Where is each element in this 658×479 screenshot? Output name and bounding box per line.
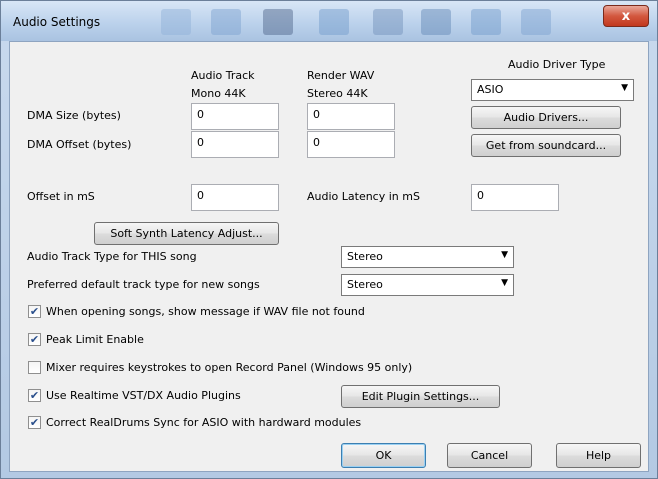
titlebar-decoration [211,9,241,35]
edit-plugin-settings-button[interactable]: Edit Plugin Settings... [341,385,500,408]
checkmark-icon[interactable]: ✔ [28,333,41,346]
dma-size-render-wav-field[interactable]: 0 [307,103,395,130]
audio-track-subheader: Mono 44K [191,87,246,100]
close-icon: x [621,8,631,24]
cancel-button[interactable]: Cancel [447,443,532,468]
audio-driver-select[interactable]: ASIO ▼ [471,79,634,101]
checkbox-label: When opening songs, show message if WAV … [46,305,365,318]
track-type-select[interactable]: Stereo ▼ [341,246,514,268]
titlebar-decoration [521,9,551,35]
titlebar-decoration [161,9,191,35]
chevron-down-icon: ▼ [621,83,628,93]
title-bar[interactable]: Audio Settings x [1,1,657,41]
default-track-type-label: Preferred default track type for new son… [27,278,260,291]
offset-ms-field[interactable]: 0 [191,184,279,211]
window-title: Audio Settings [13,15,101,29]
dma-offset-label: DMA Offset (bytes) [27,138,132,151]
track-type-label: Audio Track Type for THIS song [27,250,197,263]
help-button[interactable]: Help [556,443,641,468]
titlebar-decoration [319,9,349,35]
checkbox-icon[interactable] [28,361,41,374]
dialog-client-area: Audio Track Mono 44K Render WAV Stereo 4… [9,41,649,472]
checkbox-realtime-plugins[interactable]: ✔ Use Realtime VST/DX Audio Plugins [28,389,241,402]
checkmark-icon[interactable]: ✔ [28,389,41,402]
checkbox-wav-not-found[interactable]: ✔ When opening songs, show message if WA… [28,305,365,318]
audio-track-header: Audio Track [191,69,255,82]
checkbox-label: Mixer requires keystrokes to open Record… [46,361,413,374]
ok-button[interactable]: OK [341,443,426,468]
audio-drivers-button[interactable]: Audio Drivers... [471,106,621,129]
checkbox-label: Peak Limit Enable [46,333,144,346]
audio-driver-type-label: Audio Driver Type [508,58,606,71]
dma-offset-render-wav-field[interactable]: 0 [307,131,395,158]
default-track-type-value: Stereo [347,278,383,291]
titlebar-decoration [263,9,293,35]
audio-settings-window: Audio Settings x Audio Track Mono 44K Re… [0,0,658,479]
default-track-type-select[interactable]: Stereo ▼ [341,274,514,296]
soft-synth-latency-button[interactable]: Soft Synth Latency Adjust... [94,222,279,245]
titlebar-decoration [471,9,501,35]
checkbox-mixer-keystrokes[interactable]: Mixer requires keystrokes to open Record… [28,361,412,374]
get-from-soundcard-button[interactable]: Get from soundcard... [471,134,621,157]
offset-ms-label: Offset in mS [27,190,95,203]
checkbox-peak-limit[interactable]: ✔ Peak Limit Enable [28,333,144,346]
audio-latency-label: Audio Latency in mS [307,190,420,203]
dma-offset-audio-track-field[interactable]: 0 [191,131,279,158]
dma-size-label: DMA Size (bytes) [27,109,121,122]
close-button[interactable]: x [603,5,649,27]
chevron-down-icon: ▼ [501,250,508,260]
track-type-value: Stereo [347,250,383,263]
checkbox-realdrums-sync[interactable]: ✔ Correct RealDrums Sync for ASIO with h… [28,416,361,429]
checkmark-icon[interactable]: ✔ [28,416,41,429]
titlebar-decoration [373,9,403,35]
checkmark-icon[interactable]: ✔ [28,305,41,318]
chevron-down-icon: ▼ [501,278,508,288]
titlebar-decoration [421,9,451,35]
checkbox-label: Use Realtime VST/DX Audio Plugins [46,389,241,402]
audio-latency-field[interactable]: 0 [471,184,559,211]
dma-size-audio-track-field[interactable]: 0 [191,103,279,130]
checkbox-label: Correct RealDrums Sync for ASIO with har… [46,416,362,429]
render-wav-header: Render WAV [307,69,375,82]
render-wav-subheader: Stereo 44K [307,87,368,100]
audio-driver-value: ASIO [477,83,504,96]
